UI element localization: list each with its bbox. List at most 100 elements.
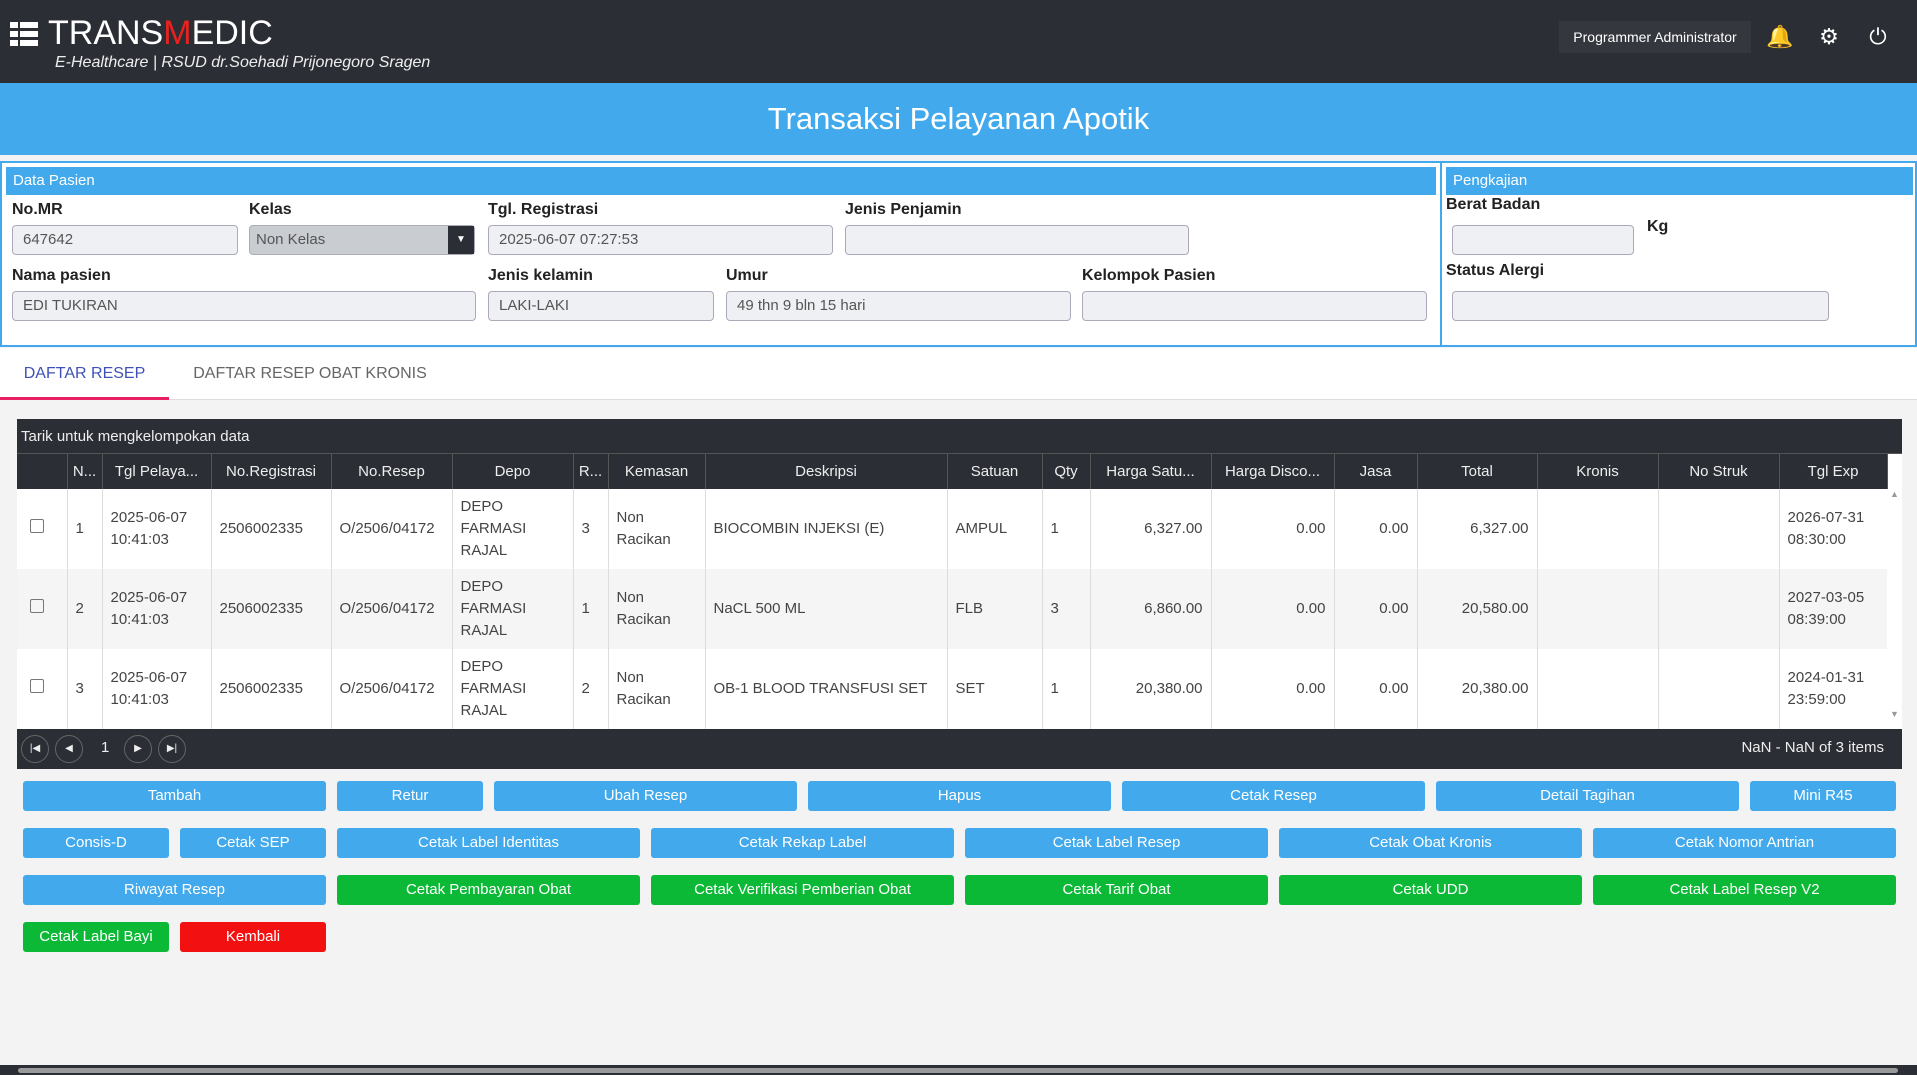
table-cell	[1658, 569, 1780, 649]
user-name[interactable]: Programmer Administrator	[1559, 21, 1751, 53]
cetak-label-resep-button[interactable]: Cetak Label Resep	[965, 828, 1268, 858]
scroll-down-icon[interactable]: ▼	[1887, 709, 1902, 719]
select-cell[interactable]	[17, 649, 68, 729]
status-alergi-field[interactable]	[1452, 291, 1829, 321]
row-checkbox[interactable]	[30, 599, 44, 613]
prev-page-icon[interactable]: ◀	[55, 735, 83, 763]
cetak-verifikasi-pemberian-obat-button[interactable]: Cetak Verifikasi Pemberian Obat	[651, 875, 954, 905]
row-checkbox[interactable]	[30, 679, 44, 693]
cetak-label-identitas-button[interactable]: Cetak Label Identitas	[337, 828, 640, 858]
settings-icon[interactable]: ⚙	[1816, 24, 1842, 50]
power-icon[interactable]: ⏻	[1865, 24, 1891, 50]
column-header[interactable]: Kemasan	[608, 454, 706, 489]
table-cell: DEPO FARMASI RAJAL	[452, 569, 574, 649]
first-page-icon[interactable]: |◀	[21, 735, 49, 763]
status-alergi-label: Status Alergi	[1446, 262, 1545, 279]
column-header[interactable]: N...	[67, 454, 103, 489]
table-cell: 2	[67, 569, 103, 649]
next-page-icon[interactable]: ▶	[124, 735, 152, 763]
cetak-nomor-antrian-button[interactable]: Cetak Nomor Antrian	[1593, 828, 1896, 858]
kembali-button[interactable]: Kembali	[180, 922, 326, 952]
tambah-button[interactable]: Tambah	[23, 781, 326, 811]
bell-icon[interactable]: 🔔	[1766, 24, 1793, 50]
column-header[interactable]: R...	[573, 454, 609, 489]
cetak-udd-button[interactable]: Cetak UDD	[1279, 875, 1582, 905]
hapus-button[interactable]: Hapus	[808, 781, 1111, 811]
umur-label: Umur	[726, 267, 768, 284]
column-header[interactable]: Tgl Exp	[1779, 454, 1888, 489]
table-cell: 2506002335	[211, 569, 332, 649]
column-header[interactable]: Depo	[452, 454, 574, 489]
select-cell[interactable]	[17, 489, 68, 569]
kelas-select[interactable]: Non Kelas ▼	[249, 225, 475, 255]
column-header[interactable]: Harga Satu...	[1090, 454, 1212, 489]
menu-icon[interactable]	[10, 22, 38, 46]
tgl-registrasi-field[interactable]: 2025-06-07 07:27:53	[488, 225, 833, 255]
column-header[interactable]: Total	[1417, 454, 1538, 489]
cetak-tarif-obat-button[interactable]: Cetak Tarif Obat	[965, 875, 1268, 905]
jenis-kelamin-label: Jenis kelamin	[488, 267, 593, 284]
tab-daftar-resep[interactable]: DAFTAR RESEP	[0, 348, 169, 400]
mini-r45-button[interactable]: Mini R45	[1750, 781, 1896, 811]
cetak-rekap-label-button[interactable]: Cetak Rekap Label	[651, 828, 954, 858]
chevron-down-icon[interactable]: ▼	[448, 226, 474, 254]
table-cell: SET	[947, 649, 1043, 729]
no-mr-label: No.MR	[12, 201, 63, 218]
pager-info: NaN - NaN of 3 items	[1741, 739, 1884, 756]
column-header[interactable]: Jasa	[1334, 454, 1418, 489]
current-page[interactable]: 1	[101, 739, 109, 756]
table-cell: 2027-03-05 08:39:00	[1779, 569, 1888, 649]
table-cell: 0.00	[1211, 649, 1335, 729]
table-row[interactable]: 3 2025-06-07 10:41:03 2506002335 O/2506/041…	[17, 649, 1888, 729]
cetak-obat-kronis-button[interactable]: Cetak Obat Kronis	[1279, 828, 1582, 858]
column-header[interactable]: Kronis	[1537, 454, 1659, 489]
resep-grid: Tarik untuk mengkelompokan data N... Tgl …	[17, 419, 1902, 769]
column-header[interactable]: Satuan	[947, 454, 1043, 489]
scroll-up-icon[interactable]: ▲	[1887, 489, 1902, 499]
ubah-resep-button[interactable]: Ubah Resep	[494, 781, 797, 811]
berat-badan-label: Berat Badan	[1446, 196, 1541, 213]
column-header[interactable]: No.Registrasi	[211, 454, 332, 489]
table-row[interactable]: 1 2025-06-07 10:41:03 2506002335 O/2506/041…	[17, 489, 1888, 569]
column-header[interactable]: Tgl Pelaya...	[102, 454, 212, 489]
row-checkbox[interactable]	[30, 519, 44, 533]
table-cell	[1658, 489, 1780, 569]
action-buttons: Tambah Retur Ubah Resep Hapus Cetak Resep Det…	[23, 781, 1896, 952]
retur-button[interactable]: Retur	[337, 781, 483, 811]
riwayat-resep-button[interactable]: Riwayat Resep	[23, 875, 326, 905]
last-page-icon[interactable]: ▶|	[158, 735, 186, 763]
tab-daftar-resep-obat-kronis[interactable]: DAFTAR RESEP OBAT KRONIS	[180, 348, 440, 400]
jenis-kelamin-field[interactable]: LAKI-LAKI	[488, 291, 714, 321]
table-cell: 2025-06-07 10:41:03	[102, 489, 212, 569]
column-header[interactable]: Qty	[1042, 454, 1091, 489]
detail-tagihan-button[interactable]: Detail Tagihan	[1436, 781, 1739, 811]
jenis-penjamin-field[interactable]	[845, 225, 1189, 255]
group-hint[interactable]: Tarik untuk mengkelompokan data	[17, 419, 1902, 454]
umur-field[interactable]: 49 thn 9 bln 15 hari	[726, 291, 1071, 321]
grid-scrollbar[interactable]: ▲ ▼	[1887, 489, 1902, 729]
cetak-sep-button[interactable]: Cetak SEP	[180, 828, 326, 858]
kelas-value: Non Kelas	[256, 231, 326, 248]
column-header[interactable]: No Struk	[1658, 454, 1780, 489]
cetak-pembayaran-obat-button[interactable]: Cetak Pembayaran Obat	[337, 875, 640, 905]
cetak-resep-button[interactable]: Cetak Resep	[1122, 781, 1425, 811]
table-cell: FLB	[947, 569, 1043, 649]
horizontal-scrollbar[interactable]	[0, 1065, 1917, 1075]
cetak-label-bayi-button[interactable]: Cetak Label Bayi	[23, 922, 169, 952]
berat-badan-field[interactable]	[1452, 225, 1634, 255]
column-header[interactable]: Harga Disco...	[1211, 454, 1335, 489]
kg-unit: Kg	[1647, 218, 1669, 235]
nama-field[interactable]: EDI TUKIRAN	[12, 291, 476, 321]
table-cell	[1537, 569, 1659, 649]
table-cell: 2026-07-31 08:30:00	[1779, 489, 1888, 569]
table-cell: DEPO FARMASI RAJAL	[452, 489, 574, 569]
select-cell[interactable]	[17, 569, 68, 649]
table-row[interactable]: 2 2025-06-07 10:41:03 2506002335 O/2506/041…	[17, 569, 1888, 649]
column-header[interactable]: No.Resep	[331, 454, 453, 489]
cetak-label-resep-v2-button[interactable]: Cetak Label Resep V2	[1593, 875, 1896, 905]
no-mr-field[interactable]: 647642	[12, 225, 238, 255]
column-header[interactable]: Deskripsi	[705, 454, 948, 489]
consis-d-button[interactable]: Consis-D	[23, 828, 169, 858]
kelompok-field[interactable]	[1082, 291, 1427, 321]
table-cell: 0.00	[1334, 649, 1418, 729]
